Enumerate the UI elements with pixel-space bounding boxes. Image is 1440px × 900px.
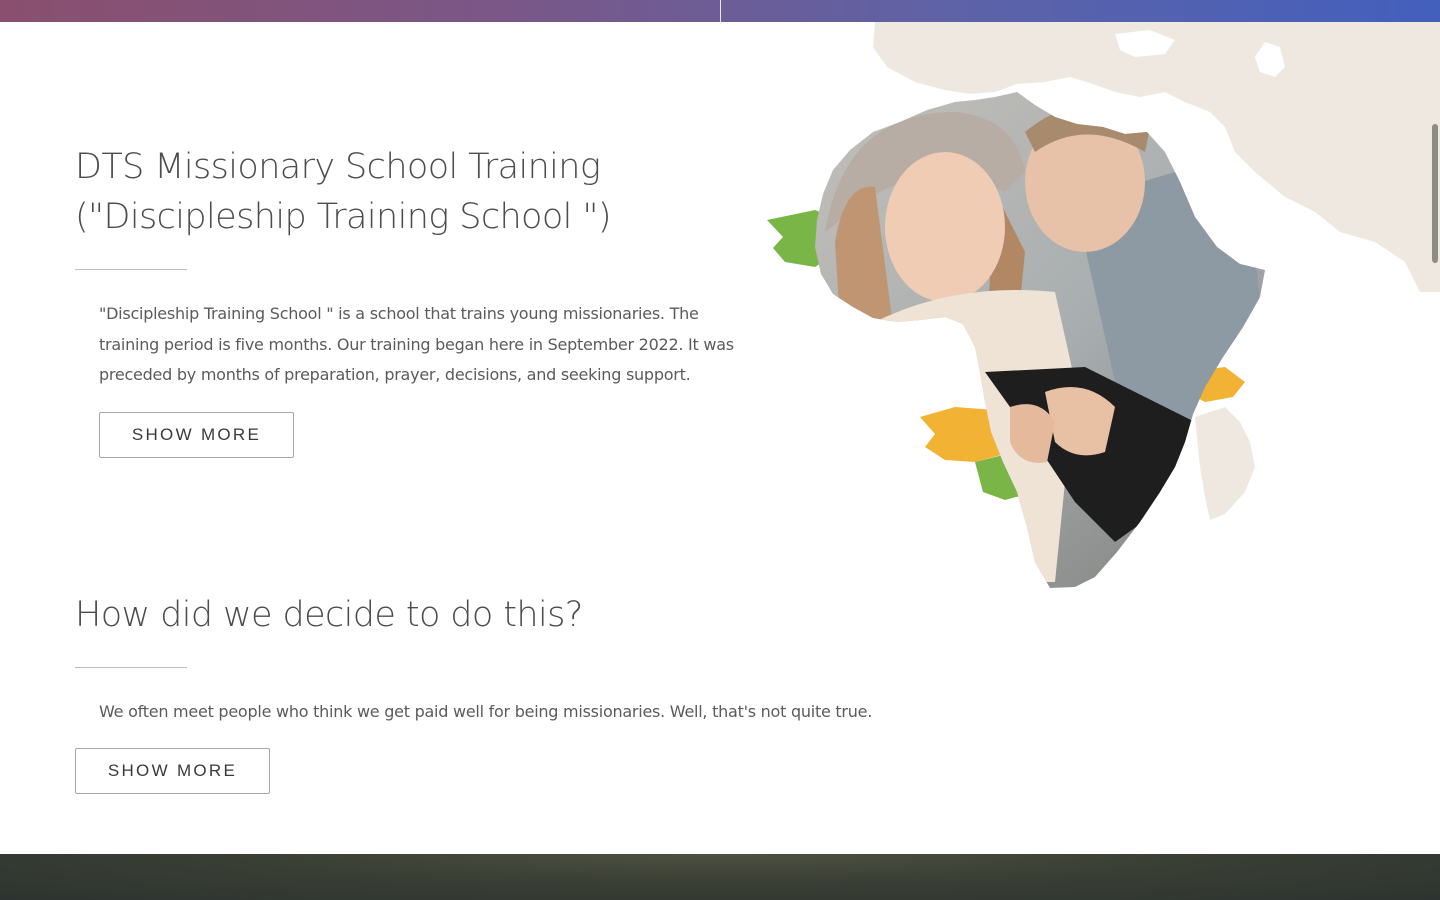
top-banner bbox=[0, 0, 1440, 22]
section-paragraph-dts: "Discipleship Training School " is a sch… bbox=[99, 299, 739, 391]
section-title-dts-line2: ("Discipleship Training School ") bbox=[75, 197, 611, 237]
section-divider-decision bbox=[75, 667, 187, 668]
paragraph-line: training period is five months. Our trai… bbox=[99, 334, 734, 354]
section-title-dts-line1: DTS Missionary School Training bbox=[75, 147, 601, 187]
section-divider-dts bbox=[75, 269, 187, 270]
scrollbar-thumb[interactable] bbox=[1432, 124, 1438, 263]
section-paragraph-decision: We often meet people who think we get pa… bbox=[99, 702, 873, 721]
africa-map-photo-icon bbox=[767, 22, 1440, 588]
paragraph-line: preceded by months of preparation, praye… bbox=[99, 365, 691, 384]
banner-divider bbox=[720, 0, 721, 22]
section-title-dts: DTS Missionary School Training ("Discipl… bbox=[75, 142, 611, 242]
paragraph-line: "Discipleship Training School " is a sch… bbox=[99, 304, 699, 323]
section-title-decision: How did we decide to do this? bbox=[75, 595, 583, 635]
show-more-button-dts[interactable]: SHOW MORE bbox=[99, 412, 294, 458]
show-more-button-decision[interactable]: SHOW MORE bbox=[75, 748, 270, 794]
footer-band bbox=[0, 854, 1440, 900]
